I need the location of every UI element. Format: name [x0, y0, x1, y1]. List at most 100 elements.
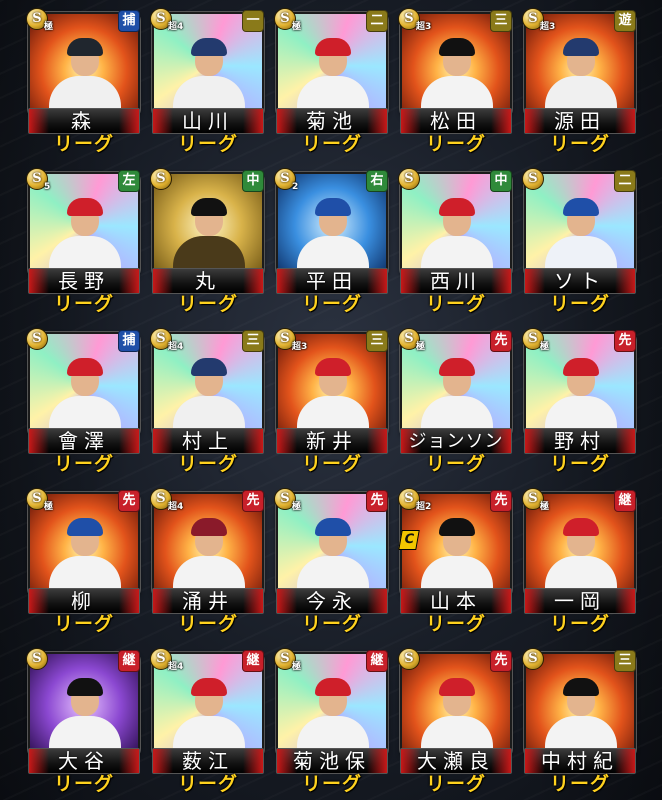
position-badge: 二 [366, 10, 388, 32]
position-badge: 右 [366, 170, 388, 192]
rank-icon: S [522, 648, 544, 670]
position-badge: 中 [242, 170, 264, 192]
league-label: リーグ [53, 773, 114, 795]
position-badge: 継 [366, 650, 388, 672]
rank-level: 2 [292, 182, 299, 192]
league-label: リーグ [301, 453, 362, 475]
position-badge: 継 [614, 490, 636, 512]
player-card[interactable]: S 超4 三 村上 リーグ [150, 328, 266, 478]
player-name: 丸 [195, 269, 221, 293]
player-card[interactable]: S 超3 遊 源田 リーグ [522, 8, 638, 158]
card-grid: S 極 捕 森 リーグ S 超4 一 山川 リーグ S 極 二 菊池 リーグ S… [0, 0, 662, 800]
player-figure [45, 196, 123, 276]
name-plate: 柳 [28, 588, 140, 614]
league-label: リーグ [53, 613, 114, 635]
player-figure [417, 36, 495, 116]
league-label: リーグ [301, 773, 362, 795]
player-name: 柳 [71, 589, 97, 613]
player-name: 菊池 [306, 109, 358, 133]
player-name: 森 [71, 109, 97, 133]
name-plate: 野村 [524, 428, 636, 454]
rank-level: 超2 [416, 502, 432, 512]
player-figure [541, 196, 619, 276]
name-plate: 菊池保 [276, 748, 388, 774]
player-figure [417, 356, 495, 436]
player-figure [541, 516, 619, 596]
rank-icon: S [26, 328, 48, 350]
player-card[interactable]: S 中 西川 リーグ [398, 168, 514, 318]
player-card[interactable]: S 超3 三 松田 リーグ [398, 8, 514, 158]
player-name: 松田 [430, 109, 482, 133]
player-card[interactable]: S 極 先 今永 リーグ [274, 488, 390, 638]
player-card[interactable]: S 超4 一 山川 リーグ [150, 8, 266, 158]
position-badge: 遊 [614, 10, 636, 32]
position-badge: 三 [614, 650, 636, 672]
position-badge: 三 [490, 10, 512, 32]
player-name: 大谷 [58, 749, 110, 773]
player-card[interactable]: S 三 中村紀 リーグ [522, 648, 638, 798]
rank-level: 極 [540, 502, 550, 512]
rank-level: 超3 [292, 342, 308, 352]
position-badge: 先 [366, 490, 388, 512]
player-name: 長野 [58, 269, 110, 293]
rank-level: 極 [540, 342, 550, 352]
player-figure [293, 36, 371, 116]
player-name: 山川 [182, 109, 234, 133]
name-plate: 菊池 [276, 108, 388, 134]
player-card[interactable]: S 超3 三 新井 リーグ [274, 328, 390, 478]
player-card[interactable]: S 極 先 ジョンソン リーグ [398, 328, 514, 478]
position-badge: 継 [242, 650, 264, 672]
league-label: リーグ [425, 773, 486, 795]
name-plate: 今永 [276, 588, 388, 614]
rank-icon: S [398, 648, 420, 670]
player-figure [45, 676, 123, 756]
position-badge: 左 [118, 170, 140, 192]
league-label: リーグ [177, 133, 238, 155]
name-plate: 平田 [276, 268, 388, 294]
player-card[interactable]: S 極 継 菊池保 リーグ [274, 648, 390, 798]
player-card[interactable]: S 5 左 長野 リーグ [26, 168, 142, 318]
rank-icon: S [398, 168, 420, 190]
player-card[interactable]: S 継 大谷 リーグ [26, 648, 142, 798]
player-name: 涌井 [182, 589, 234, 613]
league-label: リーグ [53, 133, 114, 155]
player-card[interactable]: S 中 丸 リーグ [150, 168, 266, 318]
player-card[interactable]: S 極 二 菊池 リーグ [274, 8, 390, 158]
league-label: リーグ [177, 613, 238, 635]
name-plate: 大瀬良 [400, 748, 512, 774]
position-badge: 先 [614, 330, 636, 352]
player-card[interactable]: S 2 右 平田 リーグ [274, 168, 390, 318]
player-name: 源田 [554, 109, 606, 133]
player-figure [541, 356, 619, 436]
rank-level: 超3 [540, 22, 556, 32]
name-plate: 山本 [400, 588, 512, 614]
player-name: 大瀬良 [417, 749, 495, 773]
rank-level: 極 [416, 342, 426, 352]
player-card[interactable]: S 二 ソト リーグ [522, 168, 638, 318]
player-name: 新井 [306, 429, 358, 453]
name-plate: 薮江 [152, 748, 264, 774]
position-badge: 先 [118, 490, 140, 512]
league-label: リーグ [425, 453, 486, 475]
league-label: リーグ [301, 613, 362, 635]
player-figure [169, 356, 247, 436]
player-figure [169, 676, 247, 756]
player-figure [45, 356, 123, 436]
player-card[interactable]: S 捕 會澤 リーグ [26, 328, 142, 478]
player-name: ソト [554, 269, 606, 293]
player-card[interactable]: S 超4 継 薮江 リーグ [150, 648, 266, 798]
player-card[interactable]: S 超4 先 涌井 リーグ [150, 488, 266, 638]
position-badge: 三 [242, 330, 264, 352]
rank-level: 超4 [168, 22, 184, 32]
player-card[interactable]: S 極 継 一岡 リーグ [522, 488, 638, 638]
player-card[interactable]: S 極 先 柳 リーグ [26, 488, 142, 638]
name-plate: 長野 [28, 268, 140, 294]
player-figure [45, 36, 123, 116]
player-card[interactable]: S 超2 先 山本 リーグ C [398, 488, 514, 638]
player-card[interactable]: S 極 先 野村 リーグ [522, 328, 638, 478]
league-label: リーグ [53, 293, 114, 315]
league-label: リーグ [549, 293, 610, 315]
player-card[interactable]: S 極 捕 森 リーグ [26, 8, 142, 158]
rank-level: 超3 [416, 22, 432, 32]
player-card[interactable]: S 先 大瀬良 リーグ [398, 648, 514, 798]
